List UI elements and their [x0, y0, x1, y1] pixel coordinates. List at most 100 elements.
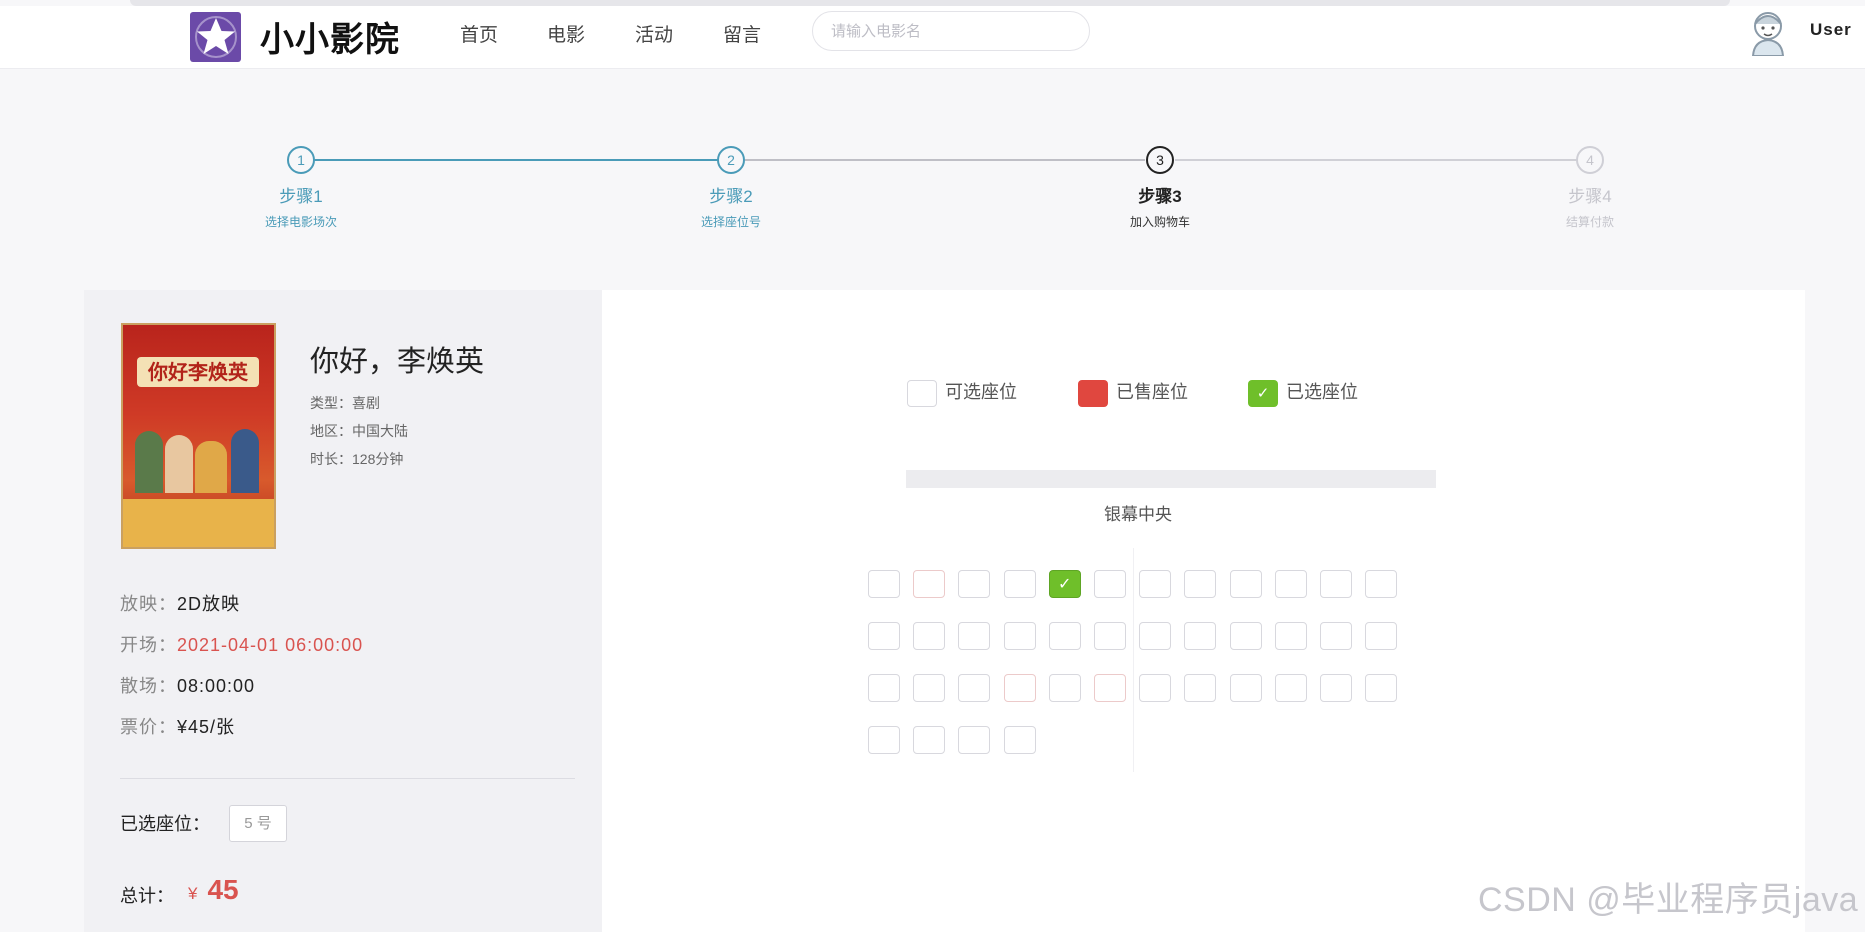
seat-available[interactable] [1049, 622, 1081, 650]
step-description: 结算付款 [1565, 215, 1614, 229]
selected-seat-label: 已选座位： [120, 814, 210, 834]
seat-sold[interactable] [1004, 674, 1036, 702]
nav-home[interactable]: 首页 [460, 20, 498, 47]
seat-available[interactable] [1004, 622, 1036, 650]
total-label: 总计： [120, 886, 174, 906]
selected-seat-icon: ✓ [1248, 379, 1278, 407]
currency-symbol: ¥ [188, 884, 198, 903]
seat-available[interactable] [1004, 726, 1036, 754]
brand-name[interactable]: 小小影院 [260, 12, 400, 61]
movie-duration: 时长：128分钟 [310, 449, 403, 469]
seat-available[interactable] [958, 674, 990, 702]
avatar[interactable] [1748, 8, 1788, 57]
seat-selection-panel: 可选座位 已售座位 ✓ 已选座位 银幕中央 [602, 290, 1805, 932]
seat-available[interactable] [1139, 570, 1171, 598]
seat-available[interactable] [913, 726, 945, 754]
movie-title: 你好，李焕英 [310, 346, 485, 378]
step-title: 步骤4 [1568, 187, 1612, 206]
region-label: 地区： [310, 423, 352, 439]
duration-value: 128分钟 [352, 451, 404, 467]
seat-available[interactable] [1320, 570, 1352, 598]
start-value: 2021-04-01 06:00:00 [177, 635, 364, 655]
seat-available[interactable] [1275, 674, 1307, 702]
seat-available[interactable] [1320, 622, 1352, 650]
seat-available[interactable] [1094, 622, 1126, 650]
search-input[interactable] [812, 11, 1090, 51]
site-header: 小小影院 首页 电影 活动 留言 User [0, 6, 1865, 69]
seat-available[interactable] [1365, 570, 1397, 598]
seat-available[interactable] [1094, 570, 1126, 598]
total-value: 45 [207, 874, 239, 905]
seat-available[interactable] [1184, 622, 1216, 650]
star-icon[interactable] [190, 12, 241, 62]
genre-label: 类型： [310, 395, 352, 411]
price-label: 票价： [120, 717, 177, 737]
step-title: 步骤3 [1138, 187, 1182, 206]
legend-selected: ✓ 已选座位 [1248, 378, 1358, 407]
seat-available[interactable] [1230, 570, 1262, 598]
screen-bar [906, 470, 1436, 488]
legend-selected-label: 已选座位 [1286, 382, 1358, 402]
seat-available[interactable] [1230, 674, 1262, 702]
seat-available[interactable] [958, 622, 990, 650]
seat-available[interactable] [1365, 674, 1397, 702]
step-title: 步骤2 [709, 187, 753, 206]
seat-available[interactable] [1184, 674, 1216, 702]
seat-available[interactable] [868, 570, 900, 598]
nav-events[interactable]: 活动 [635, 20, 673, 47]
movie-genre: 类型：喜剧 [310, 393, 380, 413]
poster-band [123, 499, 274, 547]
step-description: 选择座位号 [700, 215, 761, 229]
seat-available[interactable] [1275, 622, 1307, 650]
seat-available[interactable] [1004, 570, 1036, 598]
end-time: 散场：08:00:00 [120, 672, 255, 698]
movie-poster: 你好李焕英 [121, 323, 276, 549]
progress-steps: 1 步骤1 选择电影场次 2 步骤2 选择座位号 3 步骤3 加入购物车 4 步… [0, 140, 1865, 240]
step-number: 4 [1576, 146, 1604, 174]
seat-available[interactable] [1139, 622, 1171, 650]
seat-available[interactable] [1365, 622, 1397, 650]
screening-format: 放映：2D放映 [120, 590, 240, 616]
available-seat-icon [907, 379, 937, 407]
step-4: 4 步骤4 结算付款 [1490, 146, 1690, 230]
format-label: 放映： [120, 594, 177, 614]
selected-seat-tag[interactable]: 5 号 [229, 805, 287, 842]
nav-movies[interactable]: 电影 [547, 20, 585, 47]
step-number: 3 [1146, 146, 1174, 174]
seat-available[interactable] [868, 674, 900, 702]
ticket-price: 票价：¥45/张 [120, 713, 235, 739]
user-name[interactable]: User [1810, 20, 1852, 40]
seat-available[interactable] [1275, 570, 1307, 598]
seat-selected[interactable] [1049, 570, 1081, 598]
total-amount: ¥45 [188, 874, 239, 906]
seat-available[interactable] [913, 622, 945, 650]
seat-available[interactable] [1320, 674, 1352, 702]
poster-figures [133, 413, 263, 493]
price-value: ¥45/张 [177, 717, 236, 737]
nav-messages[interactable]: 留言 [723, 20, 761, 47]
seat-sold[interactable] [913, 570, 945, 598]
seat-available[interactable] [1230, 622, 1262, 650]
seat-available[interactable] [913, 674, 945, 702]
format-value: 2D放映 [177, 594, 241, 614]
seat-available[interactable] [1139, 674, 1171, 702]
seat-available[interactable] [868, 622, 900, 650]
center-line [1133, 548, 1134, 772]
duration-label: 时长： [310, 451, 352, 467]
start-label: 开场： [120, 635, 177, 655]
movie-region: 地区：中国大陆 [310, 421, 408, 441]
legend-available: 可选座位 [907, 378, 1017, 407]
seat-available[interactable] [1184, 570, 1216, 598]
region-value: 中国大陆 [352, 423, 408, 439]
divider [120, 778, 575, 779]
sold-seat-icon [1078, 379, 1108, 407]
step-description: 选择电影场次 [264, 215, 337, 229]
seat-available[interactable] [868, 726, 900, 754]
screen-label: 银幕中央 [1104, 505, 1172, 524]
seat-available[interactable] [958, 726, 990, 754]
seat-available[interactable] [958, 570, 990, 598]
watermark: CSDN @毕业程序员java [1478, 881, 1859, 919]
seat-sold[interactable] [1094, 674, 1126, 702]
step-3: 3 步骤3 加入购物车 [1060, 146, 1260, 230]
seat-available[interactable] [1049, 674, 1081, 702]
